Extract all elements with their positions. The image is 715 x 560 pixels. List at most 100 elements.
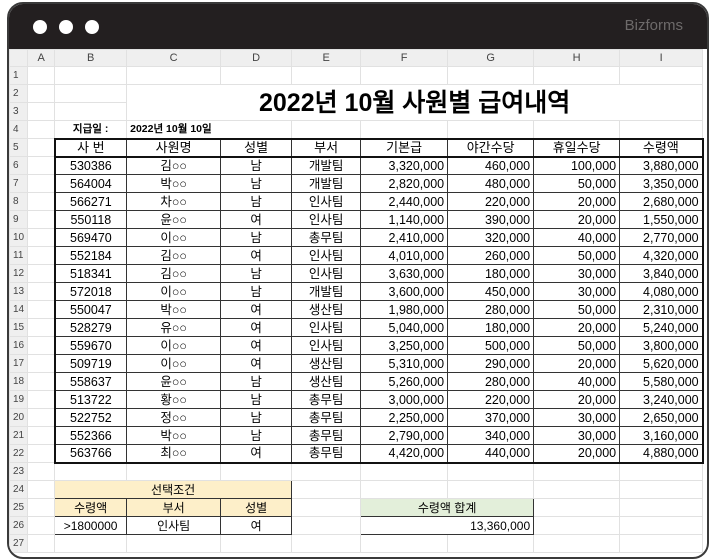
row-header-5[interactable]: 5 (9, 138, 29, 157)
cell[interactable] (27, 264, 56, 283)
column-header-H[interactable]: H (533, 49, 621, 67)
cell[interactable]: 여 (220, 444, 293, 464)
cell[interactable] (619, 120, 704, 139)
cell[interactable] (27, 156, 56, 175)
cell[interactable]: 5,260,000 (360, 372, 449, 391)
cell[interactable]: 566271 (53, 192, 128, 211)
cell[interactable] (27, 174, 56, 193)
cell[interactable]: 개발팀 (291, 174, 362, 193)
cell[interactable] (360, 120, 449, 139)
cell[interactable]: 박○○ (126, 300, 222, 319)
cell[interactable] (27, 426, 56, 445)
cell[interactable] (291, 66, 362, 85)
cell[interactable]: 5,240,000 (619, 318, 704, 337)
cell[interactable]: 450,000 (447, 282, 535, 301)
cell[interactable] (619, 66, 704, 85)
window-maximize-dot-icon[interactable] (85, 20, 99, 34)
cell[interactable]: 3,600,000 (360, 282, 449, 301)
cell[interactable] (533, 462, 621, 481)
cell[interactable]: 50,000 (533, 174, 621, 193)
cell[interactable] (27, 84, 56, 103)
row-header-19[interactable]: 19 (9, 390, 29, 409)
cell[interactable] (360, 480, 449, 499)
row-header-6[interactable]: 6 (9, 156, 29, 175)
cell[interactable] (54, 66, 128, 85)
column-header-D[interactable]: D (220, 49, 293, 67)
cell[interactable]: 320,000 (447, 228, 535, 247)
cell[interactable]: 여 (220, 300, 293, 319)
cell[interactable]: 김○○ (126, 156, 222, 175)
cell[interactable]: 460,000 (447, 156, 535, 175)
cell[interactable] (619, 534, 704, 553)
total-value[interactable]: 13,360,000 (360, 516, 535, 535)
row-header-18[interactable]: 18 (9, 372, 29, 391)
cell[interactable]: 생산팀 (291, 300, 362, 319)
sheet-title[interactable]: 2022년 10월 사원별 급여내역 (126, 84, 704, 121)
cell[interactable]: 3,840,000 (619, 264, 704, 283)
table-header[interactable]: 기본급 (360, 137, 449, 158)
cell[interactable]: 30,000 (533, 282, 621, 301)
cell[interactable]: 100,000 (533, 156, 621, 175)
cell[interactable]: 박○○ (126, 174, 222, 193)
cell[interactable]: 3,000,000 (360, 390, 449, 409)
cell[interactable]: 인사팀 (291, 318, 362, 337)
cell[interactable]: 552366 (53, 426, 128, 445)
table-header[interactable]: 성별 (220, 137, 293, 158)
cell[interactable] (220, 534, 293, 553)
cell[interactable]: 20,000 (533, 354, 621, 373)
cell[interactable]: 340,000 (447, 426, 535, 445)
criteria-value[interactable]: >1800000 (54, 516, 128, 535)
cell[interactable]: 2,680,000 (619, 192, 704, 211)
cell[interactable]: 여 (220, 246, 293, 265)
cell[interactable]: 4,880,000 (619, 444, 704, 464)
cell[interactable] (291, 498, 362, 517)
column-header-I[interactable]: I (619, 49, 704, 67)
row-header-14[interactable]: 14 (9, 300, 29, 319)
cell[interactable] (126, 534, 222, 553)
cell[interactable]: 김○○ (126, 246, 222, 265)
row-header-8[interactable]: 8 (9, 192, 29, 211)
cell[interactable] (447, 66, 535, 85)
cell[interactable]: 50,000 (533, 336, 621, 355)
row-header-12[interactable]: 12 (9, 264, 29, 283)
cell[interactable]: 509719 (53, 354, 128, 373)
cell[interactable] (619, 498, 704, 517)
column-header-B[interactable]: B (54, 49, 128, 67)
row-header-22[interactable]: 22 (9, 444, 29, 463)
cell[interactable]: 최○○ (126, 444, 222, 464)
cell[interactable]: 3,320,000 (360, 156, 449, 175)
cell[interactable]: 4,010,000 (360, 246, 449, 265)
row-header-15[interactable]: 15 (9, 318, 29, 337)
row-header-7[interactable]: 7 (9, 174, 29, 193)
table-header[interactable]: 사원명 (126, 137, 222, 158)
row-header-24[interactable]: 24 (9, 480, 29, 499)
row-header-17[interactable]: 17 (9, 354, 29, 373)
cell[interactable]: 남 (220, 174, 293, 193)
cell[interactable] (533, 534, 621, 553)
cell[interactable] (360, 462, 449, 481)
table-header[interactable]: 휴일수당 (533, 137, 621, 158)
cell[interactable]: 260,000 (447, 246, 535, 265)
cell[interactable]: 1,140,000 (360, 210, 449, 229)
cell[interactable]: 인사팀 (291, 192, 362, 211)
cell[interactable]: 20,000 (533, 444, 621, 464)
cell[interactable]: 4,320,000 (619, 246, 704, 265)
cell[interactable] (27, 354, 56, 373)
cell[interactable]: 3,880,000 (619, 156, 704, 175)
table-header[interactable]: 부서 (291, 137, 362, 158)
window-minimize-dot-icon[interactable] (59, 20, 73, 34)
cell[interactable] (27, 534, 56, 553)
cell[interactable] (54, 462, 128, 481)
cell[interactable]: 3,160,000 (619, 426, 704, 445)
cell[interactable] (27, 408, 56, 427)
cell[interactable] (27, 192, 56, 211)
cell[interactable]: 2,770,000 (619, 228, 704, 247)
cell[interactable] (27, 246, 56, 265)
table-header[interactable]: 사 번 (53, 137, 128, 158)
cell[interactable]: 370,000 (447, 408, 535, 427)
cell[interactable]: 이○○ (126, 336, 222, 355)
cell[interactable]: 남 (220, 390, 293, 409)
cell[interactable]: 여 (220, 318, 293, 337)
cell[interactable] (27, 444, 56, 463)
cell[interactable]: 552184 (53, 246, 128, 265)
